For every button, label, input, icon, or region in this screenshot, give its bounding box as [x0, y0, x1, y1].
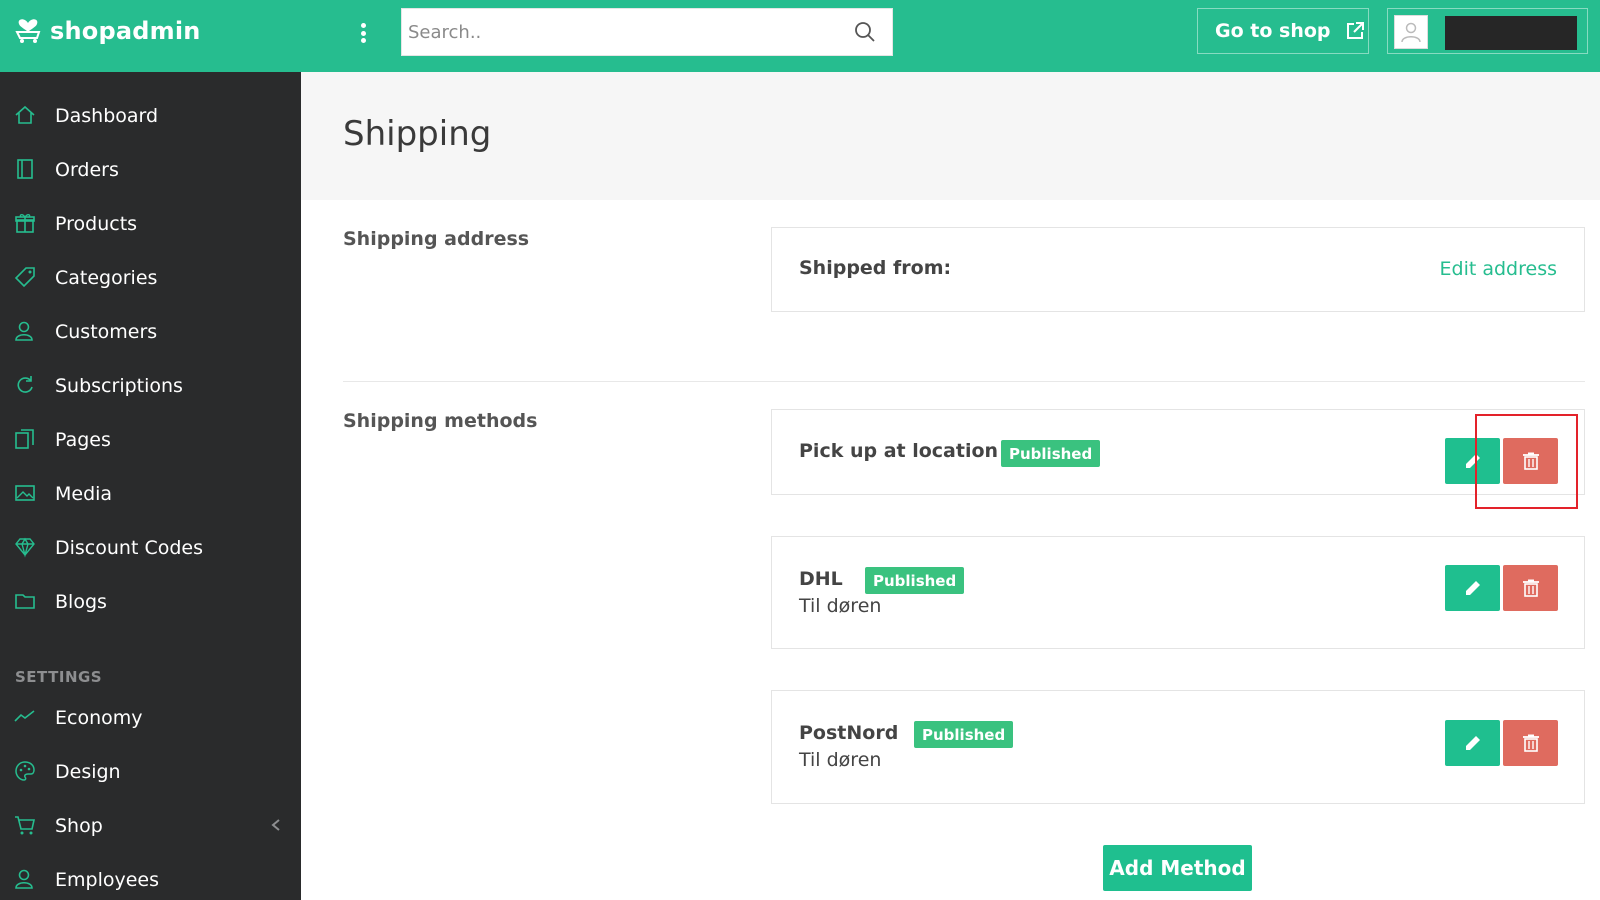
section-divider: [343, 381, 1585, 382]
cart-icon: [15, 816, 35, 835]
employees-icon: [15, 869, 33, 889]
folder-icon: [15, 594, 35, 609]
delete-method-button[interactable]: [1503, 720, 1558, 766]
sidebar-item-label: Discount Codes: [55, 537, 203, 559]
sidebar-item-discount-codes[interactable]: Discount Codes: [0, 524, 301, 572]
sidebar-item-label: Subscriptions: [55, 375, 183, 397]
sidebar-item-media[interactable]: Media: [0, 470, 301, 518]
sidebar-item-label: Economy: [55, 707, 143, 729]
page-title: Shipping: [343, 114, 492, 154]
user-avatar-icon: [1394, 15, 1428, 49]
sidebar-item-shop[interactable]: Shop: [0, 802, 301, 850]
search-box: [401, 8, 893, 56]
sidebar-item-label: Design: [55, 761, 121, 783]
trend-line-icon: [14, 710, 35, 722]
sidebar-item-customers[interactable]: Customers: [0, 308, 301, 356]
method-name: PostNord: [799, 722, 899, 744]
home-icon: [15, 105, 35, 124]
chevron-left-icon[interactable]: [270, 818, 282, 832]
gift-icon: [15, 214, 35, 233]
add-method-button[interactable]: Add Method: [1103, 845, 1252, 891]
pencil-icon: [1465, 581, 1480, 595]
sidebar-item-products[interactable]: Products: [0, 200, 301, 248]
sidebar-item-categories[interactable]: Categories: [0, 254, 301, 302]
sidebar-item-orders[interactable]: Orders: [0, 146, 301, 194]
pencil-icon: [1465, 736, 1480, 750]
pages-icon: [15, 429, 34, 449]
sidebar-item-label: Employees: [55, 869, 159, 891]
shipping-method-card: DHL Published Til døren: [771, 536, 1585, 649]
sidebar-item-label: Blogs: [55, 591, 107, 613]
delete-method-button[interactable]: [1503, 565, 1558, 611]
sidebar-item-label: Products: [55, 213, 138, 235]
search-icon[interactable]: [854, 21, 876, 43]
delete-method-button[interactable]: [1503, 438, 1558, 484]
method-description: Til døren: [799, 595, 882, 617]
kebab-menu-icon[interactable]: [355, 20, 371, 46]
edit-method-button[interactable]: [1445, 438, 1500, 484]
edit-method-button[interactable]: [1445, 720, 1500, 766]
sidebar-item-label: Media: [55, 483, 113, 505]
settings-heading: SETTINGS: [15, 668, 103, 686]
sidebar-item-label: Shop: [55, 815, 103, 837]
sidebar-item-subscriptions[interactable]: Subscriptions: [0, 362, 301, 410]
sidebar-item-blogs[interactable]: Blogs: [0, 578, 301, 626]
shipping-address-label: Shipping address: [343, 228, 530, 250]
sidebar-item-economy[interactable]: Economy: [0, 694, 301, 742]
method-description: Til døren: [799, 749, 882, 771]
go-to-shop-button[interactable]: Go to shop: [1197, 8, 1369, 54]
trash-icon: [1522, 579, 1539, 597]
shipped-from-label: Shipped from:: [799, 257, 952, 279]
status-badge: Published: [865, 567, 965, 594]
trash-icon: [1522, 734, 1539, 752]
status-badge: Published: [914, 721, 1014, 748]
pencil-icon: [1465, 454, 1480, 468]
shipping-methods-label: Shipping methods: [343, 410, 538, 432]
sidebar-item-label: Customers: [55, 321, 158, 343]
app-logo[interactable]: shopadmin: [14, 14, 201, 48]
user-menu[interactable]: [1387, 8, 1588, 54]
app-name: shopadmin: [50, 17, 201, 45]
sidebar-item-label: Categories: [55, 267, 158, 289]
sidebar-item-dashboard[interactable]: Dashboard: [0, 92, 301, 140]
method-name: Pick up at location: [799, 440, 999, 462]
trash-icon: [1522, 452, 1539, 470]
sidebar-item-label: Orders: [55, 159, 119, 181]
external-link-icon: [1346, 22, 1364, 39]
status-badge: Published: [1001, 440, 1101, 467]
edit-method-button[interactable]: [1445, 565, 1500, 611]
shipping-method-card: Pick up at location Published: [771, 409, 1585, 495]
sidebar-item-pages[interactable]: Pages: [0, 416, 301, 464]
diamond-icon: [15, 537, 35, 558]
edit-address-link[interactable]: Edit address: [1440, 258, 1557, 280]
orders-icon: [17, 159, 33, 179]
shipped-from-card: Shipped from: Edit address: [771, 227, 1585, 312]
top-bar: shopadmin Go to shop: [0, 0, 1600, 72]
cart-heart-logo-icon: [14, 14, 42, 48]
page-header: Shipping: [301, 72, 1600, 200]
method-name: DHL: [799, 568, 843, 590]
image-icon: [15, 485, 35, 501]
sidebar: Dashboard Orders Products Categories Cus…: [0, 72, 301, 900]
sidebar-item-label: Pages: [55, 429, 111, 451]
go-to-shop-label: Go to shop: [1215, 20, 1331, 42]
refresh-icon: [17, 376, 33, 393]
search-input[interactable]: [402, 9, 892, 55]
user-name-redacted: [1445, 16, 1577, 50]
sidebar-item-employees[interactable]: Employees: [0, 856, 301, 900]
shipping-method-card: PostNord Published Til døren: [771, 690, 1585, 804]
tag-icon: [14, 267, 35, 288]
customers-icon: [15, 321, 33, 341]
sidebar-item-label: Dashboard: [55, 105, 159, 127]
sidebar-item-design[interactable]: Design: [0, 748, 301, 796]
palette-icon: [15, 761, 35, 781]
